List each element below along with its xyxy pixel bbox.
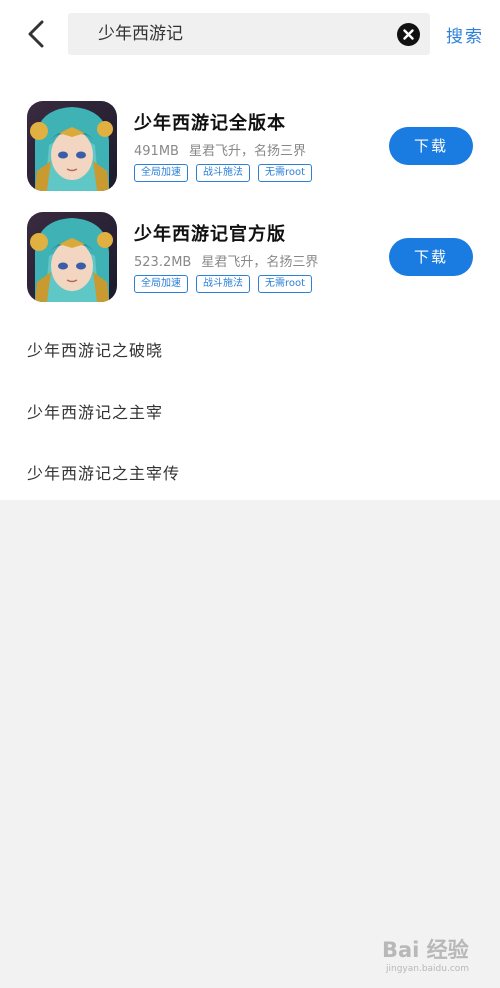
- game-character-icon: [27, 101, 117, 191]
- download-button[interactable]: 下载: [389, 238, 473, 276]
- app-size: 491MB: [134, 144, 179, 159]
- app-icon[interactable]: [27, 212, 117, 302]
- watermark-logo-text: Bai 经验: [382, 938, 469, 962]
- tag-badge: 全局加速: [134, 275, 188, 293]
- watermark-url: jingyan.baidu.com: [386, 964, 470, 974]
- chevron-left-icon: [28, 20, 44, 48]
- clear-search-button[interactable]: [397, 23, 420, 46]
- app-description: 星君飞升，名扬三界: [188, 144, 306, 159]
- app-size: 523.2MB: [134, 255, 192, 270]
- app-meta: 491MB 星君飞升，名扬三界: [134, 140, 306, 159]
- app-meta: 523.2MB 星君飞升，名扬三界: [134, 251, 318, 270]
- tag-badge: 全局加速: [134, 164, 188, 182]
- tag-badge: 战斗施法: [196, 164, 250, 182]
- tag-badge: 战斗施法: [196, 275, 250, 293]
- app-tags: 全局加速 战斗施法 无需root: [134, 275, 313, 293]
- download-button[interactable]: 下载: [389, 127, 473, 165]
- clear-circle-icon: [403, 29, 414, 40]
- search-suggestion[interactable]: 少年西游记之破晓: [27, 337, 163, 361]
- back-button[interactable]: [20, 16, 52, 52]
- search-suggestion[interactable]: 少年西游记之主宰传: [27, 460, 180, 484]
- game-character-icon: [27, 212, 117, 302]
- search-suggestion[interactable]: 少年西游记之主宰: [27, 399, 163, 423]
- tag-badge: 无需root: [258, 275, 313, 293]
- search-box[interactable]: [68, 13, 430, 55]
- baidu-jingyan-watermark: Bai 经验 jingyan.baidu.com: [382, 934, 492, 982]
- search-input[interactable]: [98, 13, 378, 55]
- app-description: 星君飞升，名扬三界: [201, 255, 319, 270]
- app-icon[interactable]: [27, 101, 117, 191]
- app-tags: 全局加速 战斗施法 无需root: [134, 164, 313, 182]
- app-result-item[interactable]: 少年西游记全版本 491MB 星君飞升，名扬三界 全局加速 战斗施法 无需root…: [0, 101, 500, 197]
- app-name[interactable]: 少年西游记全版本: [134, 109, 286, 135]
- app-name[interactable]: 少年西游记官方版: [134, 220, 286, 246]
- tag-badge: 无需root: [258, 164, 313, 182]
- app-result-item[interactable]: 少年西游记官方版 523.2MB 星君飞升，名扬三界 全局加速 战斗施法 无需ro…: [0, 212, 500, 308]
- search-button[interactable]: 搜索: [446, 22, 484, 47]
